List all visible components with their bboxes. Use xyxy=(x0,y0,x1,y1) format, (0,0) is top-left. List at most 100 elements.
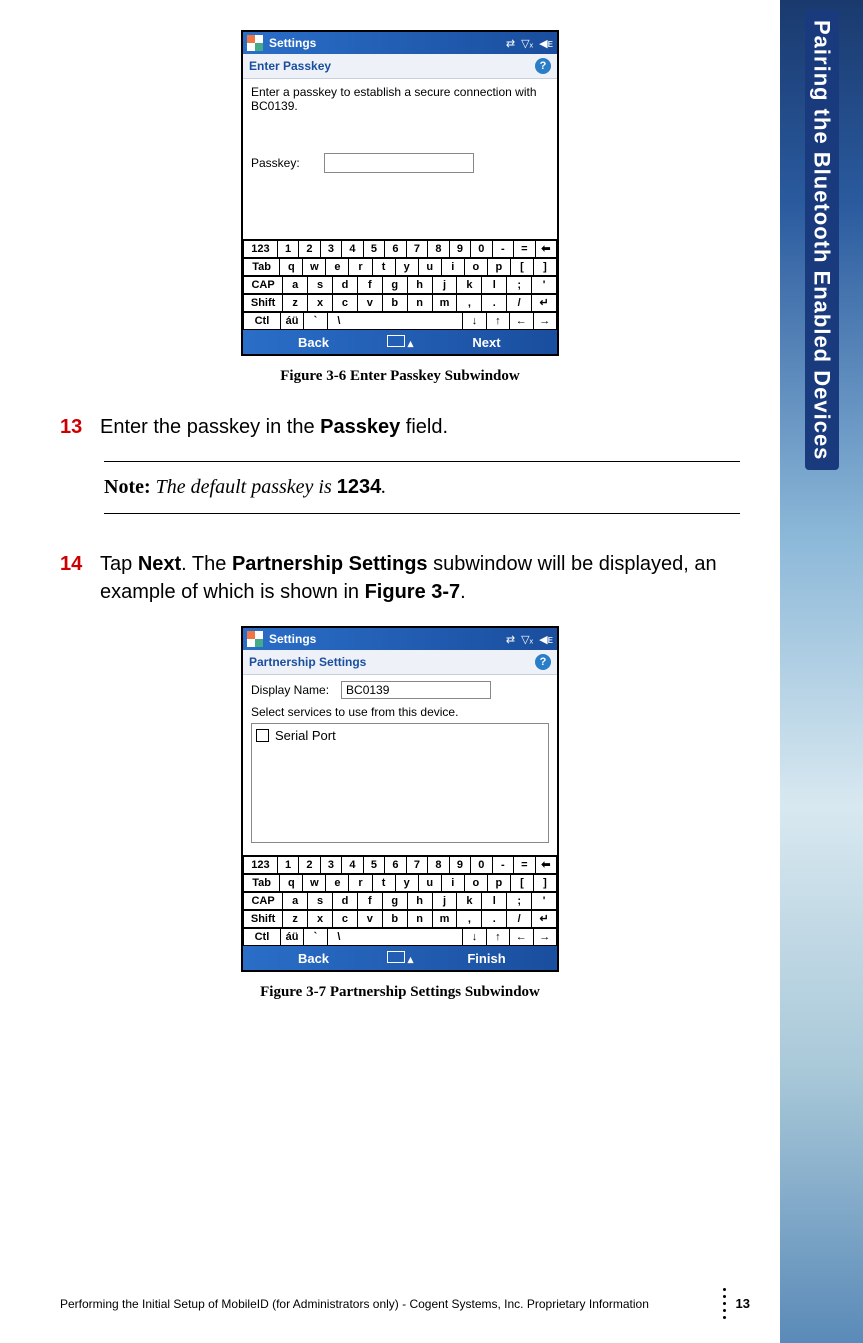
keyboard-key[interactable]: CAP xyxy=(243,892,282,910)
keyboard-key[interactable]: → xyxy=(533,312,557,330)
keyboard-key[interactable]: 9 xyxy=(449,240,470,258)
keyboard-key[interactable]: h xyxy=(407,276,432,294)
keyboard-key[interactable]: p xyxy=(487,258,510,276)
keyboard-key[interactable]: 4 xyxy=(341,856,362,874)
keyboard-key[interactable]: = xyxy=(513,856,534,874)
keyboard-key[interactable]: z xyxy=(282,294,307,312)
keyboard-key[interactable]: q xyxy=(279,258,302,276)
keyboard-key[interactable]: ↑ xyxy=(486,312,509,330)
keyboard-key[interactable]: ← xyxy=(509,928,532,946)
keyboard-key[interactable]: ` xyxy=(303,312,326,330)
keyboard-toggle[interactable]: ▴ xyxy=(384,951,416,966)
keyboard-key[interactable]: ← xyxy=(509,312,532,330)
keyboard-key[interactable]: Shift xyxy=(243,910,282,928)
keyboard-key[interactable]: m xyxy=(432,294,457,312)
keyboard-key[interactable]: h xyxy=(407,892,432,910)
keyboard-key[interactable]: / xyxy=(506,910,531,928)
keyboard-key[interactable]: ⬅ xyxy=(535,240,557,258)
keyboard-key[interactable]: CAP xyxy=(243,276,282,294)
keyboard-key[interactable]: áü xyxy=(280,928,303,946)
keyboard-key[interactable]: Ctl xyxy=(243,928,280,946)
keyboard-key[interactable]: , xyxy=(456,910,481,928)
checkbox-icon[interactable] xyxy=(256,729,269,742)
keyboard-key[interactable] xyxy=(440,312,462,330)
keyboard-key[interactable]: ] xyxy=(533,258,557,276)
keyboard-key[interactable]: b xyxy=(382,294,407,312)
keyboard-key[interactable]: , xyxy=(456,294,481,312)
keyboard-key[interactable]: o xyxy=(464,874,487,892)
keyboard-key[interactable]: 7 xyxy=(406,240,427,258)
keyboard-key[interactable]: Shift xyxy=(243,294,282,312)
keyboard-key[interactable]: [ xyxy=(510,874,533,892)
keyboard-key[interactable]: d xyxy=(332,892,357,910)
keyboard-key[interactable]: c xyxy=(332,294,357,312)
keyboard-key[interactable]: . xyxy=(481,294,506,312)
keyboard-key[interactable]: s xyxy=(307,276,332,294)
keyboard-key[interactable]: áü xyxy=(280,312,303,330)
passkey-input[interactable] xyxy=(324,153,474,173)
keyboard-key[interactable] xyxy=(373,928,395,946)
keyboard-key[interactable]: 0 xyxy=(470,856,491,874)
keyboard-key[interactable]: ↑ xyxy=(486,928,509,946)
keyboard-key[interactable]: 7 xyxy=(406,856,427,874)
keyboard-key[interactable]: 0 xyxy=(470,240,491,258)
keyboard-key[interactable]: f xyxy=(357,276,382,294)
keyboard-key[interactable] xyxy=(350,312,372,330)
keyboard-key[interactable]: z xyxy=(282,910,307,928)
keyboard-key[interactable]: t xyxy=(372,258,395,276)
keyboard-key[interactable]: 1 xyxy=(277,856,298,874)
keyboard-key[interactable]: \ xyxy=(327,312,350,330)
keyboard-key[interactable]: Tab xyxy=(243,874,279,892)
keyboard-key[interactable]: w xyxy=(302,874,325,892)
keyboard-key[interactable] xyxy=(440,928,462,946)
keyboard-key[interactable]: p xyxy=(487,874,510,892)
keyboard-key[interactable]: 4 xyxy=(341,240,362,258)
keyboard-key[interactable]: 1 xyxy=(277,240,298,258)
keyboard-key[interactable]: m xyxy=(432,910,457,928)
keyboard-key[interactable]: j xyxy=(432,276,457,294)
keyboard-key[interactable]: = xyxy=(513,240,534,258)
keyboard-key[interactable]: u xyxy=(418,874,441,892)
keyboard-key[interactable]: → xyxy=(533,928,557,946)
keyboard-key[interactable]: 8 xyxy=(427,240,448,258)
keyboard-key[interactable]: o xyxy=(464,258,487,276)
keyboard-key[interactable]: t xyxy=(372,874,395,892)
keyboard-key[interactable]: 2 xyxy=(298,240,319,258)
keyboard-key[interactable]: y xyxy=(395,258,418,276)
keyboard-key[interactable]: 5 xyxy=(363,240,384,258)
keyboard-key[interactable]: 2 xyxy=(298,856,319,874)
keyboard-key[interactable]: . xyxy=(481,910,506,928)
keyboard-toggle[interactable]: ▴ xyxy=(384,335,416,350)
keyboard-key[interactable]: ] xyxy=(533,874,557,892)
keyboard-key[interactable]: ↓ xyxy=(462,928,485,946)
keyboard-key[interactable]: n xyxy=(407,910,432,928)
on-screen-keyboard[interactable]: 1231234567890-=⬅ Tabqwertyuiop[] CAPasdf… xyxy=(243,855,557,946)
keyboard-key[interactable]: y xyxy=(395,874,418,892)
keyboard-key[interactable] xyxy=(417,312,439,330)
help-icon[interactable]: ? xyxy=(535,654,551,670)
keyboard-key[interactable] xyxy=(395,928,417,946)
keyboard-key[interactable]: a xyxy=(282,892,307,910)
keyboard-key[interactable]: ⬅ xyxy=(535,856,557,874)
keyboard-key[interactable]: g xyxy=(382,892,407,910)
keyboard-key[interactable]: 9 xyxy=(449,856,470,874)
finish-button[interactable]: Finish xyxy=(416,951,557,966)
keyboard-key[interactable]: u xyxy=(418,258,441,276)
keyboard-key[interactable]: q xyxy=(279,874,302,892)
keyboard-key[interactable]: [ xyxy=(510,258,533,276)
keyboard-key[interactable] xyxy=(395,312,417,330)
display-name-input[interactable] xyxy=(341,681,491,699)
back-button[interactable]: Back xyxy=(243,335,384,350)
keyboard-key[interactable]: ↵ xyxy=(531,910,557,928)
keyboard-key[interactable]: i xyxy=(441,258,464,276)
keyboard-key[interactable]: r xyxy=(348,258,371,276)
keyboard-key[interactable]: l xyxy=(481,892,506,910)
on-screen-keyboard[interactable]: 1231234567890-=⬅ Tabqwertyuiop[] CAPasdf… xyxy=(243,239,557,330)
keyboard-key[interactable]: e xyxy=(325,874,348,892)
keyboard-key[interactable]: c xyxy=(332,910,357,928)
keyboard-key[interactable]: s xyxy=(307,892,332,910)
next-button[interactable]: Next xyxy=(416,335,557,350)
keyboard-key[interactable]: x xyxy=(307,294,332,312)
keyboard-key[interactable] xyxy=(350,928,372,946)
keyboard-key[interactable]: ; xyxy=(506,276,531,294)
